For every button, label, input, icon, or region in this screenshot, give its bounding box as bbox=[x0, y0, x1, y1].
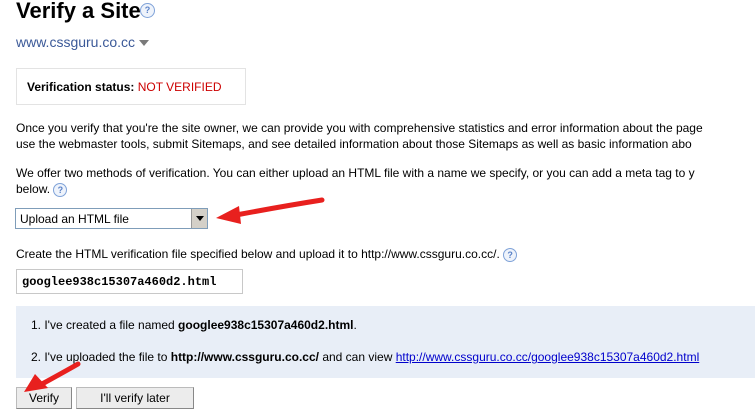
status-label: Verification status: bbox=[27, 80, 135, 94]
step-uploaded-file: 2. I've uploaded the file to http://www.… bbox=[31, 350, 699, 364]
create-instruction: Create the HTML verification file specif… bbox=[16, 246, 518, 262]
step2-site: http://www.cssguru.co.cc/ bbox=[170, 350, 319, 364]
page-title: Verify a Site bbox=[16, 0, 141, 23]
intro-line-2: use the webmaster tools, submit Sitemaps… bbox=[16, 137, 692, 151]
chevron-down-icon[interactable] bbox=[139, 40, 150, 47]
annotation-arrow-icon bbox=[216, 197, 325, 224]
methods-line-1: We offer two methods of verification. Yo… bbox=[16, 166, 695, 180]
step1-filename: googlee938c15307a460d2.html bbox=[178, 318, 354, 332]
dropdown-button[interactable] bbox=[191, 209, 207, 228]
verify-later-button[interactable]: I'll verify later bbox=[76, 387, 194, 409]
intro-line-1: Once you verify that you're the site own… bbox=[16, 121, 703, 135]
verification-method-value: Upload an HTML file bbox=[20, 212, 129, 226]
verification-filename: googlee938c15307a460d2.html bbox=[22, 275, 217, 289]
annotation-arrow-icon bbox=[24, 361, 81, 392]
status-badge: NOT VERIFIED bbox=[137, 80, 222, 94]
verification-status-box: Verification status: NOT VERIFIED bbox=[16, 68, 246, 105]
step1-suffix: . bbox=[353, 318, 357, 332]
step2-middle: and can view bbox=[318, 350, 396, 364]
create-instruction-text: Create the HTML verification file specif… bbox=[16, 247, 500, 261]
chevron-down-icon bbox=[196, 216, 204, 221]
verification-steps: 1. I've created a file named googlee938c… bbox=[16, 306, 755, 378]
verification-filename-field[interactable]: googlee938c15307a460d2.html bbox=[16, 269, 243, 294]
methods-line-2: below. ? bbox=[16, 181, 68, 197]
site-name[interactable]: www.cssguru.co.cc bbox=[16, 34, 135, 50]
verification-file-link[interactable]: http://www.cssguru.co.cc/googlee938c1530… bbox=[396, 350, 700, 364]
step1-prefix: 1. I've created a file named bbox=[31, 318, 179, 332]
help-icon[interactable]: ? bbox=[140, 3, 155, 18]
step-created-file: 1. I've created a file named googlee938c… bbox=[31, 318, 357, 332]
verification-method-select[interactable]: Upload an HTML file bbox=[15, 208, 208, 229]
help-icon[interactable]: ? bbox=[503, 247, 518, 262]
methods-line-2-text: below. bbox=[16, 182, 51, 196]
site-selector[interactable]: www.cssguru.co.cc bbox=[16, 34, 150, 50]
help-icon[interactable]: ? bbox=[53, 182, 68, 197]
